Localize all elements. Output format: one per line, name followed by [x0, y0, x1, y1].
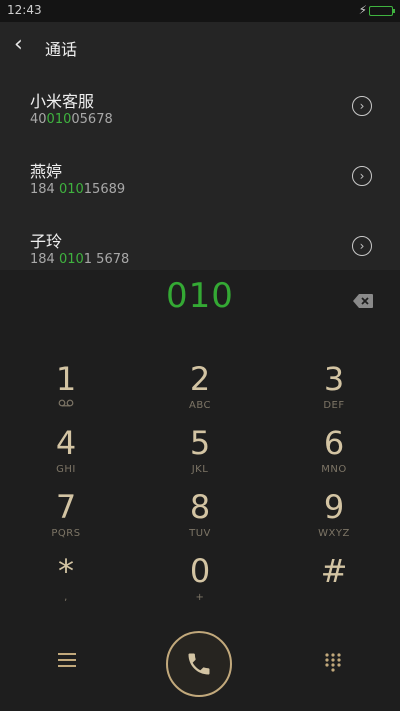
circle-chevron-right-icon[interactable]: › [352, 96, 372, 116]
contact-number: 184 0101 5678 [30, 252, 130, 267]
key-4[interactable]: 4 GHI [6, 424, 126, 486]
battery-icon [369, 6, 395, 16]
key-6[interactable]: 6 MNO [274, 424, 394, 486]
contact-item[interactable]: 燕婷 184 01015689 › [0, 140, 400, 208]
call-button[interactable] [166, 631, 232, 697]
key-8[interactable]: 8 TUV [140, 488, 260, 550]
voicemail-icon [58, 399, 74, 407]
lightning-icon: ⚡ [358, 3, 367, 17]
key-2[interactable]: 2 ABC [140, 360, 260, 422]
chevron-left-icon[interactable]: ‹ [14, 32, 23, 57]
dialpad-icon[interactable] [324, 652, 342, 672]
page-title: 通话 [45, 40, 78, 59]
status-time: 12:43 [7, 3, 42, 17]
contact-item[interactable]: 子玲 184 0101 5678 › [0, 210, 400, 278]
contact-name: 燕婷 [30, 162, 63, 181]
contact-number: 4001005678 [30, 112, 113, 127]
menu-icon[interactable] [57, 652, 77, 668]
phone-icon [188, 653, 210, 675]
backspace-icon[interactable] [352, 293, 374, 309]
key-9[interactable]: 9 WXYZ [274, 488, 394, 550]
dialer-actions [0, 628, 400, 698]
key-hash[interactable]: # [274, 552, 394, 614]
key-5[interactable]: 5 JKL [140, 424, 260, 486]
contact-name: 小米客服 [30, 92, 95, 111]
key-3[interactable]: 3 DEF [274, 360, 394, 422]
contact-number: 184 01015689 [30, 182, 126, 197]
contact-item[interactable]: 小米客服 4001005678 › [0, 70, 400, 138]
dialed-number: 010 [166, 276, 234, 316]
key-7[interactable]: 7 PQRS [6, 488, 126, 550]
circle-chevron-right-icon[interactable]: › [352, 236, 372, 256]
key-1[interactable]: 1 [6, 360, 126, 422]
contact-name: 子玲 [30, 232, 63, 251]
key-star[interactable]: * , [6, 552, 126, 614]
app-header: ‹ 通话 [0, 22, 400, 70]
circle-chevron-right-icon[interactable]: › [352, 166, 372, 186]
contact-suggestions: 小米客服 4001005678 › 燕婷 184 01015689 › 子玲 1… [0, 70, 400, 270]
key-0[interactable]: 0 + [140, 552, 260, 614]
status-bar: 12:43 ⚡ [0, 0, 400, 22]
